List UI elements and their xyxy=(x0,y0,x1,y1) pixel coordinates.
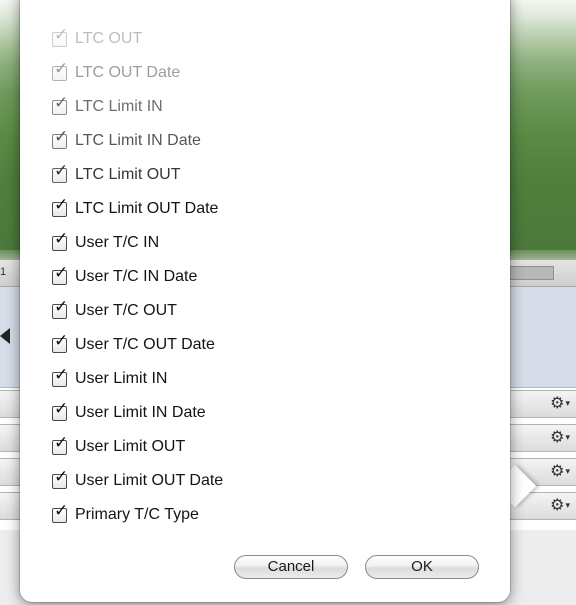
app-window: 1 ⚙▾ ⚙▾ ⚙▾ ⚙▾ ✓ LTC OUT ✓ LTC OUT Date ✓ LTC … xyxy=(0,0,576,605)
checkbox-row[interactable]: ✓ LTC Limit OUT xyxy=(52,158,472,192)
cancel-button[interactable]: Cancel xyxy=(234,555,348,579)
checkmark-icon: ✓ xyxy=(54,432,69,453)
checkbox-row[interactable]: ✓ User Limit OUT xyxy=(52,430,472,464)
checkbox-label: User T/C IN Date xyxy=(75,268,198,285)
checkbox-row[interactable]: ✓ User T/C IN Date xyxy=(52,260,472,294)
chevron-down-icon: ▾ xyxy=(565,432,570,443)
checkbox-row[interactable]: ✓ LTC OUT Date xyxy=(52,56,472,90)
checkbox-row[interactable]: ✓ User Limit IN Date xyxy=(52,396,472,430)
checkmark-icon: ✓ xyxy=(54,364,69,385)
checkmark-icon: ✓ xyxy=(54,330,69,351)
checkbox-label: LTC Limit IN Date xyxy=(75,132,201,149)
checkmark-icon: ✓ xyxy=(54,466,69,487)
checkbox[interactable]: ✓ xyxy=(52,264,68,285)
checkbox[interactable]: ✓ xyxy=(52,230,68,251)
checkbox-row[interactable]: ✓ LTC Limit IN Date xyxy=(52,124,472,158)
chevron-down-icon: ▾ xyxy=(565,500,570,511)
checkbox-row[interactable]: ✓ User T/C OUT xyxy=(52,294,472,328)
checkmark-icon: ✓ xyxy=(54,262,69,283)
checkbox-row[interactable]: ✓ User Limit OUT Date xyxy=(52,464,472,498)
checkmark-icon: ✓ xyxy=(54,58,69,79)
checkbox-label: User Limit OUT Date xyxy=(75,472,224,489)
checkbox-label: User Limit IN xyxy=(75,370,168,387)
checkbox[interactable]: ✓ xyxy=(52,26,68,47)
checkbox-row[interactable]: ✓ Primary T/C Type xyxy=(52,498,472,532)
checkbox-row[interactable]: ✓ LTC Limit IN xyxy=(52,90,472,124)
checkbox-row[interactable]: ✓ User T/C IN xyxy=(52,226,472,260)
checkbox[interactable]: ✓ xyxy=(52,468,68,489)
left-arrow-icon[interactable] xyxy=(0,328,10,344)
checkmark-icon: ✓ xyxy=(54,398,69,419)
checkbox-label: User Limit IN Date xyxy=(75,404,206,421)
checkbox[interactable]: ✓ xyxy=(52,298,68,319)
checkbox[interactable]: ✓ xyxy=(52,162,68,183)
checkbox-row[interactable]: ✓ LTC OUT xyxy=(52,22,472,56)
gear-icon[interactable]: ⚙▾ xyxy=(550,394,570,413)
chevron-down-icon: ▾ xyxy=(565,398,570,409)
checkbox-row[interactable]: ✓ User T/C OUT Date xyxy=(52,328,472,362)
checkbox[interactable]: ✓ xyxy=(52,94,68,115)
chevron-down-icon: ▾ xyxy=(565,466,570,477)
checkbox[interactable]: ✓ xyxy=(52,400,68,421)
checkbox[interactable]: ✓ xyxy=(52,128,68,149)
checkbox-label: User T/C OUT xyxy=(75,302,177,319)
checkbox-label: LTC Limit OUT Date xyxy=(75,200,219,217)
popover-pointer-mask xyxy=(490,462,510,512)
checkbox-label: User Limit OUT xyxy=(75,438,186,455)
checkbox[interactable]: ✓ xyxy=(52,366,68,387)
checkbox-label: LTC OUT Date xyxy=(75,64,181,81)
checkmark-icon: ✓ xyxy=(54,160,69,181)
checkbox[interactable]: ✓ xyxy=(52,196,68,217)
checkmark-icon: ✓ xyxy=(54,500,69,521)
checkbox-label: User T/C IN xyxy=(75,234,160,251)
checkmark-icon: ✓ xyxy=(54,24,69,45)
checkbox-label: User T/C OUT Date xyxy=(75,336,215,353)
column-checkbox-list: ✓ LTC OUT ✓ LTC OUT Date ✓ LTC Limit IN ✓ LTC L… xyxy=(52,22,472,532)
checkbox-label: LTC Limit IN xyxy=(75,98,163,115)
checkmark-icon: ✓ xyxy=(54,92,69,113)
timeline-marker: 1 xyxy=(0,266,7,278)
checkbox[interactable]: ✓ xyxy=(52,332,68,353)
gear-icon[interactable]: ⚙▾ xyxy=(550,496,570,515)
checkbox-row[interactable]: ✓ LTC Limit OUT Date xyxy=(52,192,472,226)
checkbox-row[interactable]: ✓ User Limit IN xyxy=(52,362,472,396)
checkbox[interactable]: ✓ xyxy=(52,502,68,523)
checkmark-icon: ✓ xyxy=(54,126,69,147)
scroll-fade-top xyxy=(30,0,490,20)
checkbox-label: Primary T/C Type xyxy=(75,506,199,523)
checkbox-label: LTC Limit OUT xyxy=(75,166,181,183)
ok-button[interactable]: OK xyxy=(365,555,479,579)
gear-icon[interactable]: ⚙▾ xyxy=(550,428,570,447)
checkbox[interactable]: ✓ xyxy=(52,60,68,81)
checkmark-icon: ✓ xyxy=(54,194,69,215)
gear-icon[interactable]: ⚙▾ xyxy=(550,462,570,481)
checkmark-icon: ✓ xyxy=(54,228,69,249)
checkmark-icon: ✓ xyxy=(54,296,69,317)
checkbox[interactable]: ✓ xyxy=(52,434,68,455)
checkbox-label: LTC OUT xyxy=(75,30,143,47)
